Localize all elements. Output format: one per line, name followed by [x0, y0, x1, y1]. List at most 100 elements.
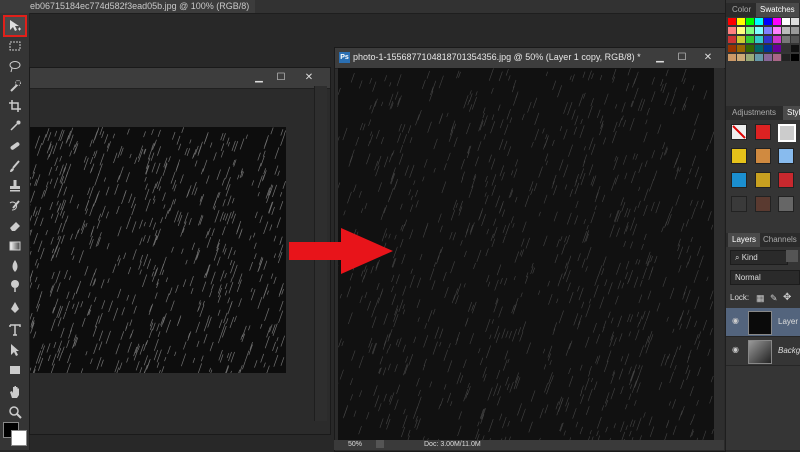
- background-color-swatch[interactable]: [11, 430, 27, 446]
- style-red-icon[interactable]: [778, 172, 794, 188]
- color-swatch[interactable]: [773, 27, 781, 34]
- swatch-grid[interactable]: [728, 18, 800, 62]
- color-swatch[interactable]: [782, 36, 790, 43]
- color-swatch[interactable]: [746, 27, 754, 34]
- color-swatch[interactable]: [791, 27, 799, 34]
- layer-row[interactable]: ◉ Layer: [726, 308, 800, 337]
- marquee-tool-icon[interactable]: [5, 37, 25, 55]
- blend-mode-select[interactable]: Normal: [730, 270, 800, 285]
- window-titlebar[interactable]: Ps photo-1-15568771048187013543​56.jpg @…: [335, 48, 725, 69]
- color-swatch[interactable]: [764, 27, 772, 34]
- color-swatch[interactable]: [791, 18, 799, 25]
- color-swatch[interactable]: [782, 27, 790, 34]
- color-swatch[interactable]: [773, 36, 781, 43]
- color-swatch[interactable]: [791, 54, 799, 61]
- eraser-tool-icon[interactable]: [5, 217, 25, 235]
- color-swatch[interactable]: [728, 45, 736, 52]
- crop-tool-icon[interactable]: [5, 97, 25, 115]
- color-swatch[interactable]: [764, 36, 772, 43]
- tab-layers[interactable]: Layers: [728, 233, 760, 247]
- style-cyan-icon[interactable]: [731, 172, 747, 188]
- layer-filter-kind[interactable]: ⌕ Kind: [730, 250, 788, 265]
- dodge-tool-icon[interactable]: [5, 277, 25, 295]
- style-orange-icon[interactable]: [755, 148, 771, 164]
- hand-tool-icon[interactable]: [5, 383, 25, 401]
- color-swatch[interactable]: [755, 27, 763, 34]
- close-icon[interactable]: ✕: [701, 52, 715, 64]
- style-dark-icon[interactable]: [731, 196, 747, 212]
- brush-tool-icon[interactable]: [5, 157, 25, 175]
- maximize-icon[interactable]: ☐: [274, 72, 288, 84]
- tab-adjustments[interactable]: Adjustments: [728, 106, 780, 120]
- color-swatch[interactable]: [782, 45, 790, 52]
- vertical-scrollbar[interactable]: [714, 68, 724, 440]
- shape-tool-icon[interactable]: [5, 361, 25, 379]
- eyedropper-tool-icon[interactable]: [5, 117, 25, 135]
- color-swatch[interactable]: [773, 45, 781, 52]
- gradient-tool-icon[interactable]: [5, 237, 25, 255]
- lock-pixels-icon[interactable]: ▦: [756, 293, 765, 304]
- pen-tool-icon[interactable]: [5, 299, 25, 317]
- color-swatch[interactable]: [728, 54, 736, 61]
- style-gold-icon[interactable]: [755, 172, 771, 188]
- zoom-level[interactable]: 50%: [348, 441, 362, 448]
- color-swatch[interactable]: [782, 18, 790, 25]
- style-gray-icon[interactable]: [778, 196, 794, 212]
- status-icon[interactable]: [376, 440, 384, 448]
- color-swatch[interactable]: [728, 18, 736, 25]
- color-swatch[interactable]: [755, 18, 763, 25]
- color-swatch[interactable]: [764, 54, 772, 61]
- color-swatch[interactable]: [746, 18, 754, 25]
- minimize-icon[interactable]: ▁: [653, 52, 667, 64]
- color-swatch[interactable]: [773, 54, 781, 61]
- blur-tool-icon[interactable]: [5, 257, 25, 275]
- window-titlebar[interactable]: ▁ ☐ ✕: [30, 68, 330, 89]
- style-blue-icon[interactable]: [778, 148, 794, 164]
- history-brush-tool-icon[interactable]: [5, 197, 25, 215]
- lock-position-icon[interactable]: ✥: [783, 292, 791, 303]
- color-swatch[interactable]: [764, 18, 772, 25]
- style-yellow-icon[interactable]: [731, 148, 747, 164]
- color-swatch[interactable]: [791, 36, 799, 43]
- style-brown-icon[interactable]: [755, 196, 771, 212]
- color-swatch[interactable]: [764, 45, 772, 52]
- document-canvas-front[interactable]: [338, 68, 714, 440]
- color-swatch[interactable]: [782, 54, 790, 61]
- color-swatch[interactable]: [746, 36, 754, 43]
- color-swatch[interactable]: [791, 45, 799, 52]
- stamp-tool-icon[interactable]: [5, 177, 25, 195]
- color-swatch[interactable]: [755, 45, 763, 52]
- color-swatch[interactable]: [746, 45, 754, 52]
- eye-icon[interactable]: ◉: [732, 317, 742, 325]
- color-swatch[interactable]: [773, 18, 781, 25]
- minimize-icon[interactable]: ▁: [252, 72, 266, 84]
- color-swatch[interactable]: [737, 27, 745, 34]
- close-icon[interactable]: ✕: [302, 72, 316, 84]
- color-swatch[interactable]: [737, 36, 745, 43]
- image-filter-icon[interactable]: [786, 250, 798, 262]
- tab-swatches[interactable]: Swatches: [756, 3, 799, 17]
- lasso-tool-icon[interactable]: [5, 57, 25, 75]
- tab-color[interactable]: Color: [728, 3, 755, 17]
- color-swatch[interactable]: [746, 54, 754, 61]
- maximize-icon[interactable]: ☐: [675, 52, 689, 64]
- color-swatch[interactable]: [755, 36, 763, 43]
- color-swatch[interactable]: [755, 54, 763, 61]
- move-tool-icon[interactable]: [5, 17, 25, 35]
- color-swatch[interactable]: [737, 18, 745, 25]
- style-none-icon[interactable]: [731, 124, 747, 140]
- layer-row[interactable]: ◉ Backg: [726, 337, 800, 366]
- color-swatch[interactable]: [728, 36, 736, 43]
- eye-icon[interactable]: ◉: [732, 346, 742, 354]
- color-swatch[interactable]: [737, 54, 745, 61]
- zoom-tool-icon[interactable]: [5, 403, 25, 421]
- color-swatch[interactable]: [728, 27, 736, 34]
- type-tool-icon[interactable]: [5, 321, 25, 339]
- path-select-tool-icon[interactable]: [5, 341, 25, 359]
- style-glow-icon[interactable]: [755, 124, 771, 140]
- color-swatch[interactable]: [737, 45, 745, 52]
- healing-tool-icon[interactable]: [5, 137, 25, 155]
- quick-select-tool-icon[interactable]: [5, 77, 25, 95]
- style-bevel-icon[interactable]: [778, 124, 796, 142]
- tab-channels[interactable]: Channels: [759, 233, 800, 247]
